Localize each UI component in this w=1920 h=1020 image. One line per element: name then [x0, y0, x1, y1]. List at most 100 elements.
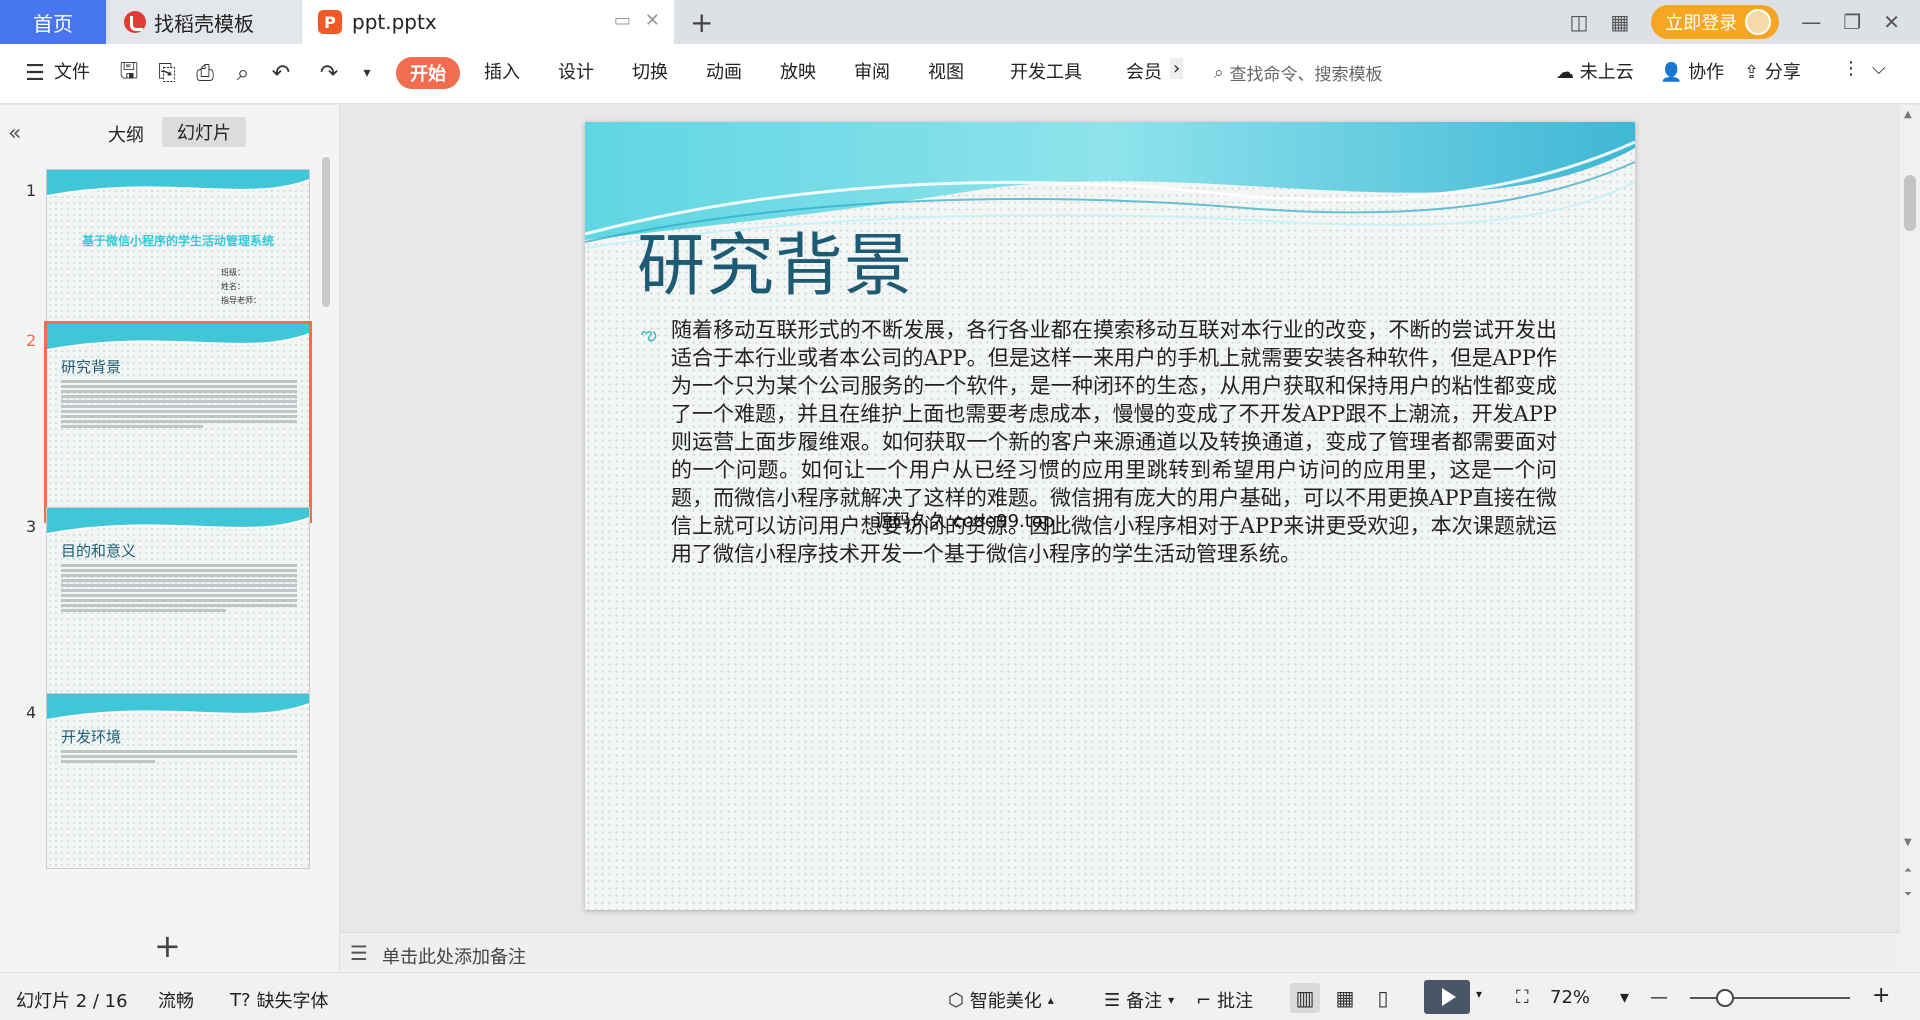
thumbnail-2-text-lines	[61, 380, 297, 430]
layout-toggle-icon[interactable]: ◫	[1569, 10, 1588, 34]
zoom-slider[interactable]	[1690, 997, 1850, 999]
ribbon-tab-view[interactable]: 视图	[928, 58, 964, 84]
collaborate-button[interactable]: 👤 协作	[1660, 58, 1724, 84]
ribbon-tab-slideshow[interactable]: 放映	[780, 58, 816, 84]
comment-button[interactable]: ⌐ 批注	[1196, 987, 1253, 1013]
ribbon-more-chevron-icon[interactable]: ›	[1170, 58, 1184, 79]
slide-body-text[interactable]: 随着移动互联形式的不断发展，各行各业都在摸索移动互联对本行业的改变，不断的尝试开…	[671, 316, 1557, 568]
notes-pane[interactable]: ☰ 单击此处添加备注	[340, 932, 1900, 972]
more-options-icon[interactable]: ⋮	[1842, 58, 1860, 79]
thumbnail-3-text-lines	[61, 564, 297, 614]
ribbon-tab-developer[interactable]: 开发工具	[1010, 58, 1082, 84]
apps-grid-icon[interactable]: ▦	[1610, 10, 1629, 34]
thumbnail-wave-decoration	[47, 170, 309, 197]
share-button[interactable]: ⇪ 分享	[1744, 58, 1801, 84]
thumbnail-1-meta: 班级： 姓名： 指导老师：	[221, 266, 261, 308]
ribbon-tab-member[interactable]: 会员	[1126, 58, 1162, 84]
zoom-level-dropdown-icon[interactable]: ▾	[1620, 987, 1629, 1008]
redo-icon[interactable]: ↷	[316, 60, 342, 86]
thumbnail-number: 1	[26, 181, 37, 200]
scrollbar-thumb[interactable]	[1904, 175, 1916, 231]
theme-name[interactable]: 流畅	[158, 987, 194, 1013]
close-window-icon[interactable]: ✕	[1883, 10, 1900, 34]
notes-icon: ☰	[350, 941, 368, 965]
search-icon: ⌕	[1214, 62, 1224, 83]
ribbon-tab-review[interactable]: 审阅	[854, 58, 890, 84]
comment-icon: ⌐	[1196, 989, 1212, 1011]
close-tab-icon[interactable]: ✕	[645, 10, 660, 31]
missing-font-button[interactable]: T? 缺失字体	[230, 987, 329, 1013]
slide-thumbnail-panel: « 大纲 幻灯片 1 基于微信小程序的学生活动管理系统 班级： 姓名： 指导老师…	[0, 105, 340, 972]
avatar	[1745, 9, 1772, 35]
current-slide[interactable]: 研究背景 ఌ 随着移动互联形式的不断发展，各行各业都在摸索移动互联对本行业的改变…	[585, 122, 1635, 910]
previous-slide-icon[interactable]: ⏶	[1904, 865, 1912, 876]
fit-window-icon[interactable]: ⛶	[1516, 987, 1529, 1008]
new-tab-button[interactable]: +	[690, 6, 713, 39]
normal-view-icon[interactable]: ▥	[1290, 983, 1320, 1013]
reading-view-icon[interactable]: ▯	[1368, 983, 1398, 1013]
slides-view-tab[interactable]: 幻灯片	[162, 117, 246, 147]
float-window-icon[interactable]: ▭	[614, 10, 631, 31]
add-slide-button[interactable]: +	[154, 927, 181, 965]
tab-docer-templates[interactable]: 找稻壳模板	[110, 0, 300, 44]
tab-document[interactable]: P ppt.pptx ▭ ✕	[302, 0, 674, 44]
tab-home[interactable]: 首页	[0, 0, 106, 44]
next-slide-icon[interactable]: ⏷	[1904, 889, 1912, 900]
login-button[interactable]: 立即登录	[1651, 5, 1780, 39]
missing-font-label: 缺失字体	[256, 991, 329, 1012]
command-search[interactable]: ⌕ 查找命令、搜索模板	[1214, 60, 1383, 86]
editor-scrollbar[interactable]: ▲ ▼ ⏶ ⏷	[1900, 105, 1920, 972]
thumbnail-scrollbar[interactable]	[322, 157, 330, 307]
search-input[interactable]: 查找命令、搜索模板	[1230, 60, 1383, 85]
zoom-slider-handle[interactable]	[1716, 989, 1734, 1007]
font-help-icon: T?	[230, 989, 251, 1011]
quick-access-dropdown-icon[interactable]: ▾	[354, 60, 380, 86]
thumbnail-1-advisor: 指导老师：	[221, 296, 261, 305]
zoom-out-icon[interactable]: —	[1650, 987, 1668, 1008]
smart-beautify-button[interactable]: ⬡ 智能美化 ▴	[948, 987, 1054, 1013]
ribbon-tab-start[interactable]: 开始	[396, 57, 460, 89]
outline-view-tab[interactable]: 大纲	[108, 121, 144, 147]
comment-label: 批注	[1217, 991, 1254, 1012]
slide-sorter-view-icon[interactable]: ▦	[1330, 983, 1360, 1013]
play-slideshow-button[interactable]	[1424, 980, 1470, 1014]
collapse-panel-icon[interactable]: «	[8, 121, 21, 146]
zoom-level[interactable]: 72%	[1550, 987, 1590, 1008]
notes-toggle-button[interactable]: ☰ 备注 ▾	[1104, 987, 1174, 1013]
collapse-ribbon-icon[interactable]: ⌵	[1872, 58, 1886, 79]
slide-index: 幻灯片 2 / 16	[16, 991, 128, 1012]
restore-icon[interactable]: ❐	[1843, 10, 1861, 34]
slide-thumbnail-4[interactable]: 开发环境	[46, 693, 310, 869]
scroll-down-icon[interactable]: ▼	[1904, 837, 1912, 848]
share-label: 分享	[1764, 62, 1801, 83]
slide-title[interactable]: 研究背景	[637, 210, 913, 309]
export-icon[interactable]: ⎘	[154, 60, 180, 86]
notes-toggle-icon: ☰	[1104, 989, 1121, 1011]
menu-icon[interactable]: ☰	[22, 60, 48, 86]
overlay-watermark-text: 源码久久 code99.top	[875, 511, 1055, 532]
thumbnail-4-text-lines	[61, 750, 297, 765]
print-preview-icon[interactable]: ⌕	[230, 60, 256, 86]
cloud-status-button[interactable]: ☁ 未上云	[1556, 58, 1634, 84]
collaborate-label: 协作	[1688, 62, 1725, 83]
ribbon-tab-transition[interactable]: 切换	[632, 58, 668, 84]
play-options-chevron-icon[interactable]: ▾	[1476, 987, 1482, 1001]
share-icon: ⇪	[1744, 62, 1760, 83]
notes-placeholder[interactable]: 单击此处添加备注	[382, 943, 526, 969]
ribbon-tab-design[interactable]: 设计	[558, 58, 594, 84]
ribbon-tab-animation[interactable]: 动画	[706, 58, 742, 84]
zoom-in-icon[interactable]: +	[1872, 983, 1890, 1008]
slide-thumbnail-2[interactable]: 研究背景	[44, 321, 312, 523]
minimize-icon[interactable]: —	[1801, 10, 1821, 34]
thumbnail-number: 4	[26, 703, 37, 722]
scroll-up-icon[interactable]: ▲	[1904, 109, 1912, 120]
print-icon[interactable]: ⎙	[192, 60, 218, 86]
save-icon[interactable]: 🖫	[116, 59, 142, 86]
login-label: 立即登录	[1665, 13, 1738, 34]
thumbnail-3-title: 目的和意义	[61, 542, 137, 560]
ribbon-tab-insert[interactable]: 插入	[484, 58, 520, 84]
thumbnail-4-title: 开发环境	[61, 728, 122, 746]
slide-thumbnail-3[interactable]: 目的和意义	[46, 507, 310, 705]
file-menu[interactable]: 文件	[54, 58, 90, 84]
undo-icon[interactable]: ↶	[268, 60, 294, 86]
